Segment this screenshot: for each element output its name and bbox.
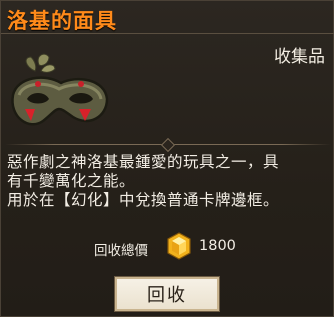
gold-gem-icon (167, 232, 191, 260)
item-name: 洛基的面具 (7, 9, 117, 33)
description-line: 有千變萬化之能。 (7, 172, 136, 190)
description-line: 用於在【幻化】中兌換普通卡牌邊框。 (7, 191, 280, 209)
recycle-button-label: 回收 (147, 285, 187, 306)
recycle-total-amount: 1800 (199, 238, 236, 254)
item-description: 惡作劇之神洛基最鍾愛的玩具之一，具 有千變萬化之能。 用於在【幻化】中兌換普通卡… (7, 153, 331, 210)
recycle-total-label: 回收總價 (94, 243, 148, 259)
masquerade-mask-icon (11, 53, 109, 126)
item-category: 收集品 (274, 47, 325, 67)
recycle-button[interactable]: 回收 (114, 276, 220, 312)
title-divider (1, 33, 334, 34)
item-detail-panel: 洛基的面具 收集品 惡作劇之神洛基最鍾愛的玩具之一，具 有千變萬化之能。 用於在… (0, 0, 334, 317)
divider-ornament (160, 137, 176, 153)
recycle-value-row: 回收總價 1800 (1, 232, 334, 262)
description-line: 惡作劇之神洛基最鍾愛的玩具之一，具 (7, 153, 280, 171)
